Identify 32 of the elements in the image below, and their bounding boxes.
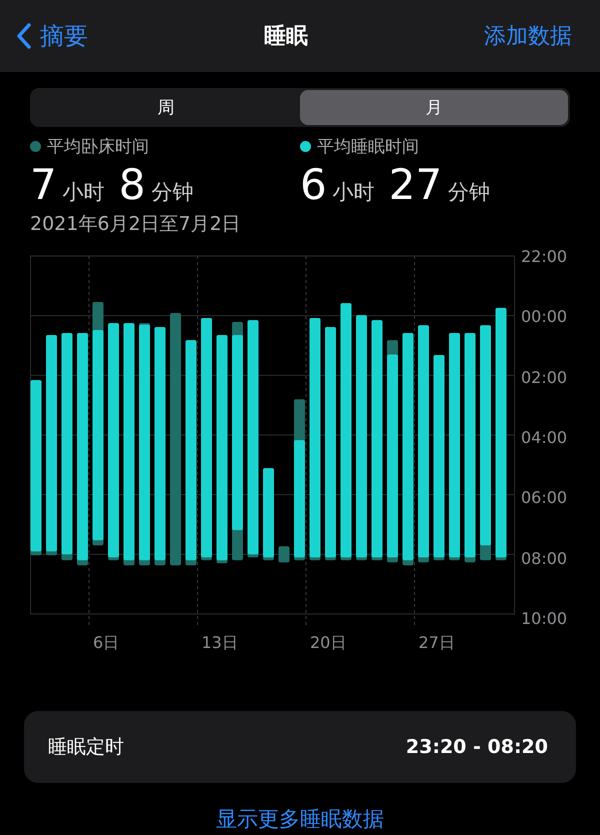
date-range: 2021年6月2日至7月2日	[29, 212, 242, 237]
axis-label: 6日	[93, 633, 120, 654]
schedule-time: 23:20 - 08:20	[406, 736, 548, 758]
schedule-label: 睡眠定时	[48, 735, 124, 760]
axis-label: 10:00	[520, 608, 568, 629]
axis-label: 27日	[418, 633, 455, 654]
axis-label: 00:00	[520, 307, 568, 328]
axis-label: 20日	[310, 633, 346, 654]
page-title: 睡眠	[264, 23, 308, 51]
more-data-link[interactable]: 显示更多睡眠数据	[216, 805, 384, 833]
segment-tab[interactable]: 周	[32, 90, 300, 125]
back-link[interactable]: 摘要	[16, 20, 88, 52]
legend-label: 平均睡眠时间	[317, 136, 419, 158]
axis-label: 02:00	[520, 368, 568, 388]
add-data-link[interactable]: 添加数据	[484, 21, 572, 51]
axis-label: 13日	[202, 633, 238, 654]
segment-tab[interactable]: 月	[300, 90, 568, 125]
stat-unit: 分钟	[448, 179, 490, 206]
axis-label: 04:00	[520, 428, 568, 448]
stat-value: 8	[118, 160, 146, 209]
in-bed-bar	[278, 546, 290, 562]
back-chevron-icon	[16, 23, 32, 49]
stat-value: 7	[30, 160, 57, 209]
axis-label: 08:00	[520, 548, 568, 569]
stat-value: 6	[300, 160, 327, 209]
stat-unit: 小时	[332, 179, 375, 206]
stat-unit: 分钟	[151, 179, 194, 206]
axis-label: 06:00	[520, 488, 568, 508]
stat-unit: 小时	[62, 179, 105, 206]
stat-value: 27	[388, 160, 442, 209]
axis-label: 22:00	[520, 247, 568, 267]
legend-label: 平均卧床时间	[47, 136, 149, 158]
